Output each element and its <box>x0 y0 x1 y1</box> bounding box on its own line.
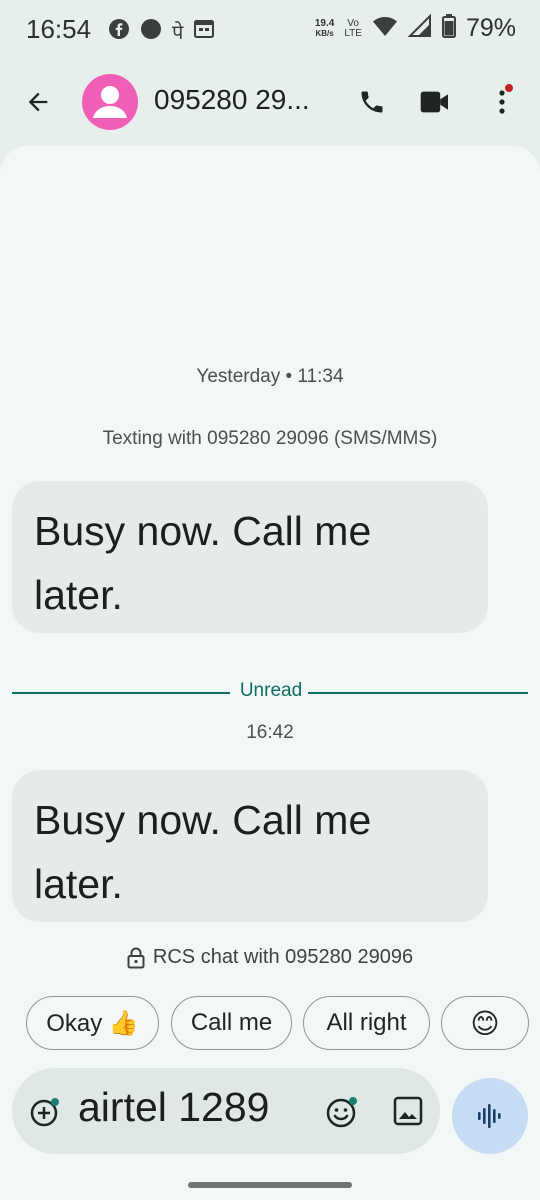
message-bubble[interactable]: Busy now. Call me later. <box>12 770 488 922</box>
notification-dot <box>505 84 513 92</box>
contact-title[interactable]: 095280 29... <box>154 84 310 116</box>
message-timestamp: 16:42 <box>246 722 294 743</box>
message-bubble[interactable]: Busy now. Call me later. <box>12 481 488 633</box>
smart-reply-okay[interactable]: Okay 👍 <box>26 996 159 1050</box>
home-indicator[interactable] <box>188 1182 352 1188</box>
unread-divider: Unread <box>12 680 528 704</box>
volte-indicator: Vo LTE <box>344 17 362 39</box>
message-timestamp: Yesterday • 11:34 <box>196 366 344 387</box>
voice-message-button[interactable] <box>452 1078 528 1154</box>
video-call-button[interactable] <box>414 82 456 122</box>
facebook-icon <box>108 18 130 45</box>
battery-percentage: 79% <box>465 14 516 42</box>
battery-icon <box>441 14 456 43</box>
more-options-button[interactable] <box>488 82 516 122</box>
emoji-icon[interactable] <box>324 1094 360 1130</box>
texting-info: Texting with 095280 29096 (SMS/MMS) <box>102 428 438 449</box>
add-attachment-icon[interactable] <box>28 1095 62 1129</box>
app-bar: 095280 29... <box>0 62 540 142</box>
divider-line <box>308 692 528 694</box>
compose-input[interactable]: airtel 1289 <box>78 1084 269 1131</box>
net-speed: 19.4 KB/s <box>314 17 335 38</box>
unread-label: Unread <box>239 680 303 701</box>
smart-reply-all-right[interactable]: All right <box>303 996 430 1050</box>
rcs-info-text: RCS chat with 095280 29096 <box>152 946 414 968</box>
smart-reply-emoji[interactable]: 😊 <box>441 996 529 1050</box>
status-time: 16:54 <box>26 14 92 44</box>
more-vert-icon <box>499 90 505 114</box>
signal-icon <box>407 13 432 43</box>
phonepe-icon: पे <box>172 20 184 44</box>
compose-field[interactable]: airtel 1289 <box>12 1068 440 1154</box>
rcs-info: RCS chat with 095280 29096 <box>0 946 540 969</box>
call-button[interactable] <box>352 82 392 122</box>
lock-icon <box>127 947 145 968</box>
gallery-icon[interactable] <box>392 1095 424 1127</box>
video-camera-icon <box>420 91 448 113</box>
divider-line <box>12 692 230 694</box>
dot-icon <box>140 18 162 45</box>
avatar[interactable] <box>82 74 138 130</box>
smart-reply-call-me[interactable]: Call me <box>171 996 292 1050</box>
back-button[interactable] <box>20 84 56 120</box>
calendar-icon <box>193 18 215 45</box>
phone-icon <box>361 91 383 113</box>
voice-icon <box>478 1104 501 1128</box>
conversation-panel[interactable]: Yesterday • 11:34 Texting with 095280 29… <box>0 146 540 1200</box>
status-left-icons: पे <box>108 18 215 45</box>
person-icon <box>93 86 127 118</box>
status-right: 19.4 KB/s Vo LTE 79% <box>314 13 516 43</box>
wifi-icon <box>372 15 398 42</box>
back-arrow-icon <box>28 92 48 112</box>
status-bar: 16:54 पे 19.4 KB/s Vo LTE 79% <box>0 0 540 58</box>
